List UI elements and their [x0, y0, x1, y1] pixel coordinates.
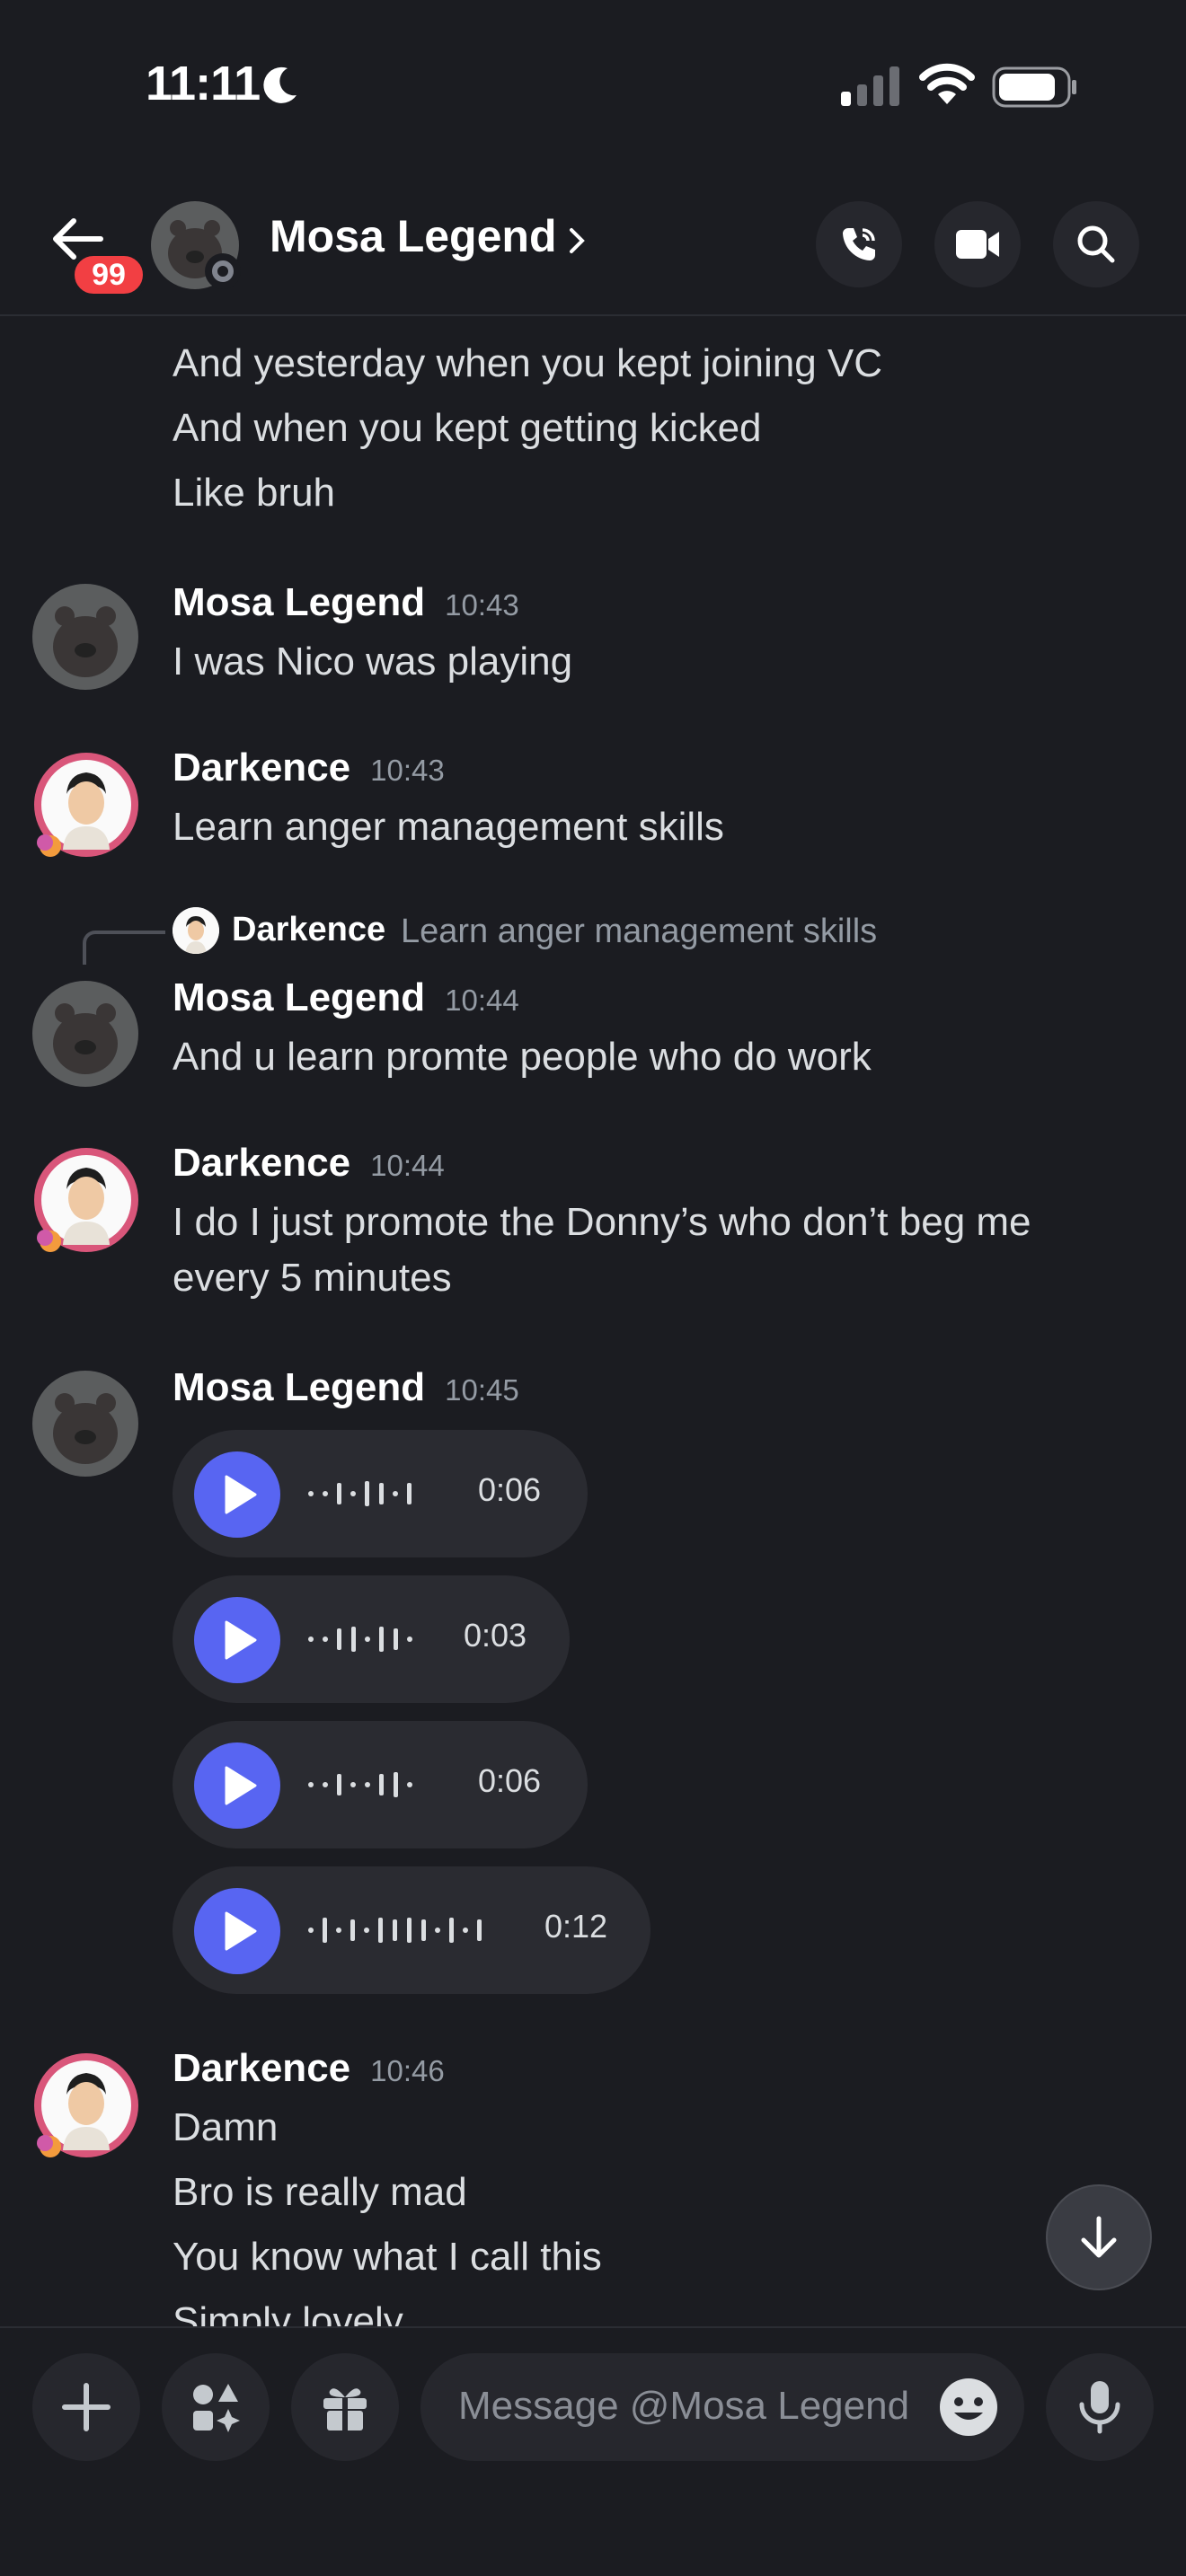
voice-duration: 0:03: [464, 1617, 527, 1654]
message-input-placeholder: Message @Mosa Legend: [458, 2384, 910, 2428]
wifi-icon: [919, 63, 975, 104]
play-button[interactable]: [194, 1742, 280, 1829]
gift-icon: [323, 2388, 367, 2430]
cellular-signal-icon: [841, 66, 899, 106]
voice-duration: 0:06: [478, 1762, 542, 1799]
unread-count-badge: 99: [70, 251, 147, 298]
message-timestamp: 10:44: [370, 1149, 445, 1182]
search-button[interactable]: [1053, 201, 1139, 287]
mosa-avatar[interactable]: [32, 1371, 138, 1477]
waveform: [308, 1772, 412, 1797]
chat-header: 99 Mosa Legend: [0, 171, 1186, 316]
status-bar: 11:11: [0, 0, 1186, 171]
message-line: Simply lovely: [173, 2299, 403, 2326]
message-line: You know what I call this: [173, 2235, 602, 2279]
message-line: I do I just promote the Donny’s who don’…: [173, 1200, 1031, 1244]
video-camera-icon: [956, 230, 999, 259]
voice-message[interactable]: 0:06: [173, 1721, 588, 1848]
voice-call-button[interactable]: [816, 201, 902, 287]
message-list[interactable]: And yesterday when you kept joining VC A…: [0, 318, 1186, 2326]
message-line: Bro is really mad: [173, 2170, 467, 2214]
phone-call-icon: [843, 228, 875, 260]
waveform: [308, 1627, 412, 1652]
reply-connector: [83, 931, 165, 965]
voice-message[interactable]: 0:06: [173, 1430, 588, 1557]
message-line: And when you kept getting kicked: [173, 406, 762, 450]
reply-preview-text[interactable]: Learn anger management skills: [401, 913, 877, 951]
darkence-avatar[interactable]: [32, 1146, 140, 1254]
moon-icon: [263, 66, 296, 103]
message-author[interactable]: Mosa Legend 10:45: [173, 1365, 519, 1410]
play-button[interactable]: [194, 1451, 280, 1538]
microphone-icon: [1079, 2381, 1120, 2434]
message-author[interactable]: Darkence 10:46: [173, 2046, 445, 2091]
message-author[interactable]: Darkence 10:44: [173, 1141, 445, 1186]
message-timestamp: 10:44: [445, 984, 519, 1017]
contact-name[interactable]: Mosa Legend: [270, 210, 556, 262]
apps-button[interactable]: [162, 2353, 270, 2461]
mosa-avatar[interactable]: [32, 981, 138, 1087]
status-time: 11:11: [146, 57, 261, 110]
play-icon: [225, 1911, 257, 1951]
message-line: And u learn promte people who do work: [173, 1035, 872, 1079]
voice-record-button[interactable]: [1046, 2353, 1154, 2461]
chevron-right-icon[interactable]: [566, 225, 588, 257]
battery-icon: [992, 66, 1076, 108]
play-button[interactable]: [194, 1597, 280, 1683]
add-attachment-button[interactable]: [32, 2353, 140, 2461]
darkence-avatar[interactable]: [32, 751, 140, 859]
voice-message[interactable]: 0:12: [173, 1866, 651, 1994]
message-author[interactable]: Darkence 10:43: [173, 745, 445, 790]
play-icon: [225, 1475, 257, 1514]
message-timestamp: 10:43: [370, 754, 445, 787]
reply-author[interactable]: Darkence: [232, 911, 385, 949]
message-timestamp: 10:45: [445, 1373, 519, 1407]
play-icon: [225, 1766, 257, 1805]
search-icon: [1077, 225, 1115, 263]
play-icon: [225, 1620, 257, 1660]
message-line: every 5 minutes: [173, 1256, 452, 1300]
message-author[interactable]: Mosa Legend 10:43: [173, 580, 519, 625]
waveform: [308, 1918, 482, 1943]
message-timestamp: 10:46: [370, 2054, 445, 2087]
message-composer: Message @Mosa Legend: [0, 2326, 1186, 2576]
message-line: And yesterday when you kept joining VC: [173, 341, 883, 385]
gift-button[interactable]: [291, 2353, 399, 2461]
mosa-avatar[interactable]: [32, 584, 138, 690]
offline-status-indicator: [205, 253, 241, 289]
jump-to-latest-button[interactable]: [1046, 2184, 1152, 2290]
message-line: Like bruh: [173, 471, 336, 515]
message-line: Learn anger management skills: [173, 805, 724, 849]
voice-message[interactable]: 0:03: [173, 1575, 570, 1703]
message-line: I was Nico was playing: [173, 640, 573, 684]
plus-icon: [62, 2383, 111, 2431]
reply-avatar: [173, 907, 219, 954]
darkence-avatar[interactable]: [32, 2051, 140, 2159]
waveform: [308, 1481, 412, 1506]
arrow-down-icon: [1081, 2216, 1117, 2258]
video-call-button[interactable]: [934, 201, 1021, 287]
message-author[interactable]: Mosa Legend 10:44: [173, 975, 519, 1020]
message-line: Damn: [173, 2105, 279, 2149]
message-input[interactable]: Message @Mosa Legend: [420, 2353, 1024, 2461]
voice-duration: 0:12: [544, 1908, 608, 1945]
emoji-icon[interactable]: [938, 2377, 999, 2438]
play-button[interactable]: [194, 1888, 280, 1974]
voice-duration: 0:06: [478, 1471, 542, 1508]
message-timestamp: 10:43: [445, 588, 519, 622]
apps-sparkle-icon: [193, 2384, 240, 2432]
